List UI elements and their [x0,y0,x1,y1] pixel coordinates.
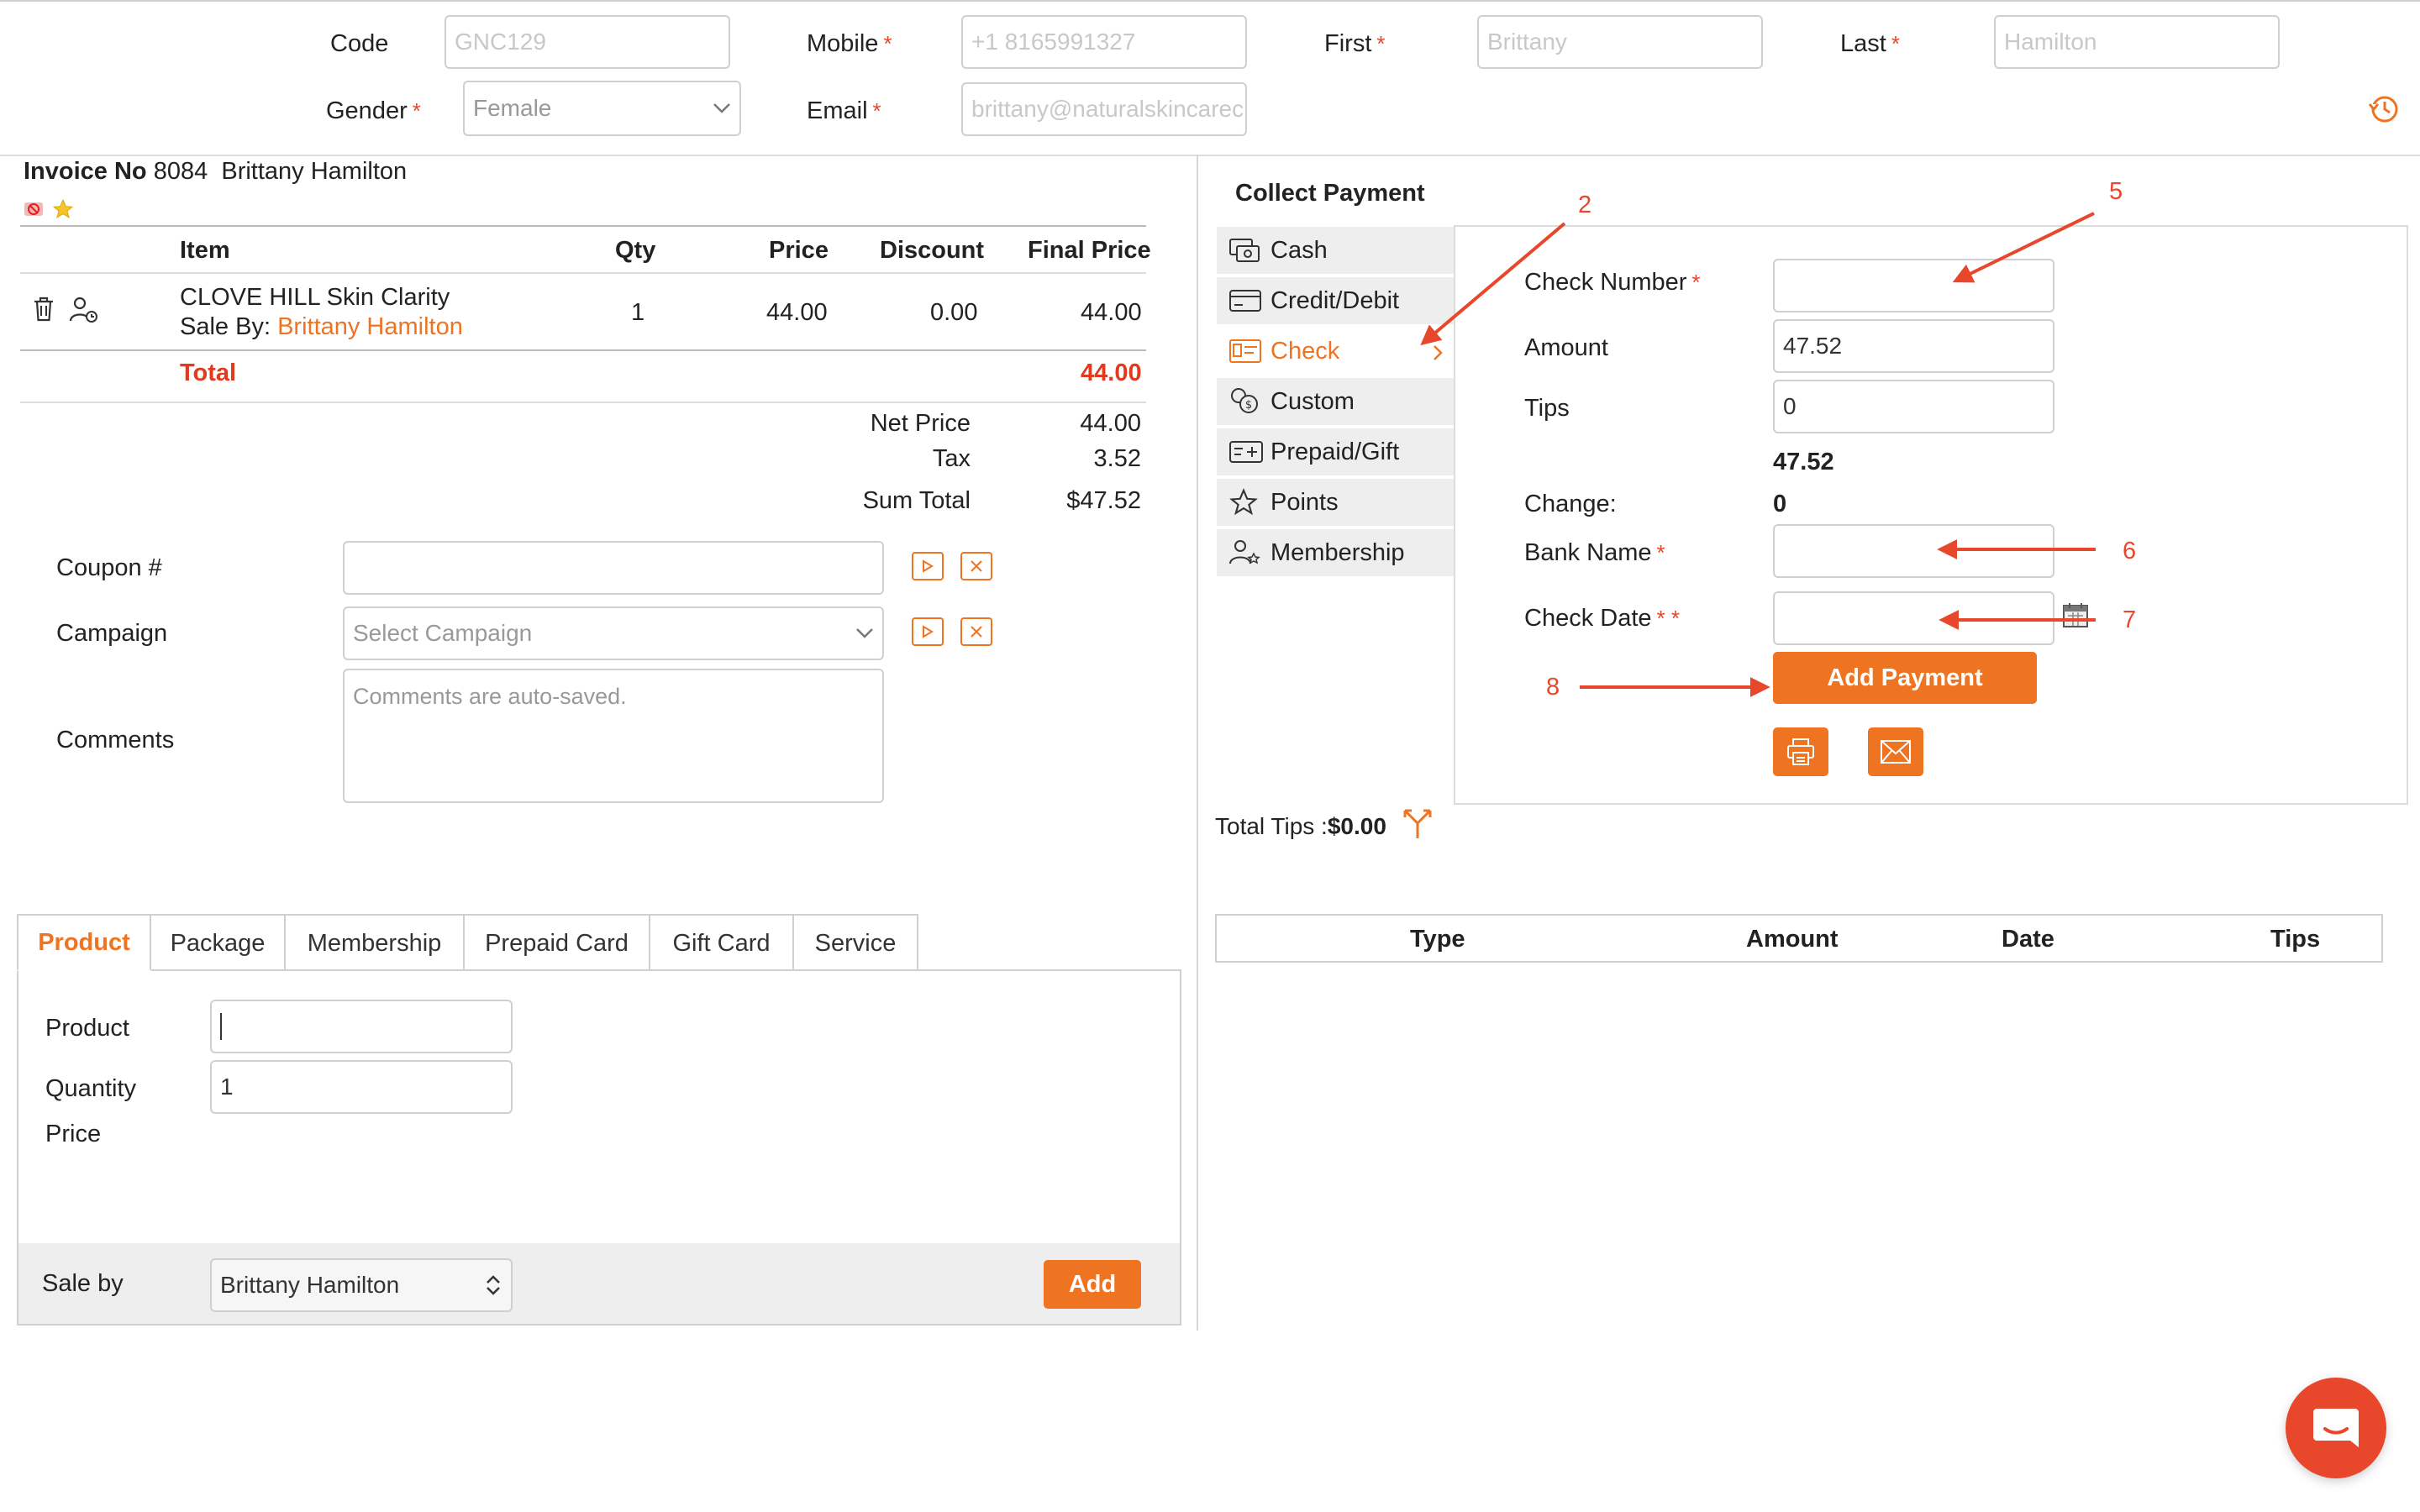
annotation-label-7: 7 [2123,606,2137,633]
annotation-arrow-5 [1952,212,2095,283]
chat-icon [2313,1409,2359,1447]
annotation-label-8: 8 [1546,674,1560,701]
chat-launcher-button[interactable] [2286,1378,2386,1478]
annotation-label-6: 6 [2123,538,2137,564]
annotation-arrow-2 [1420,222,1566,346]
tab-product[interactable]: Product [17,914,151,971]
annotation-arrows [1420,212,2096,697]
annotation-label-5: 5 [2109,178,2123,205]
annotation-label-2: 2 [1578,192,1592,218]
